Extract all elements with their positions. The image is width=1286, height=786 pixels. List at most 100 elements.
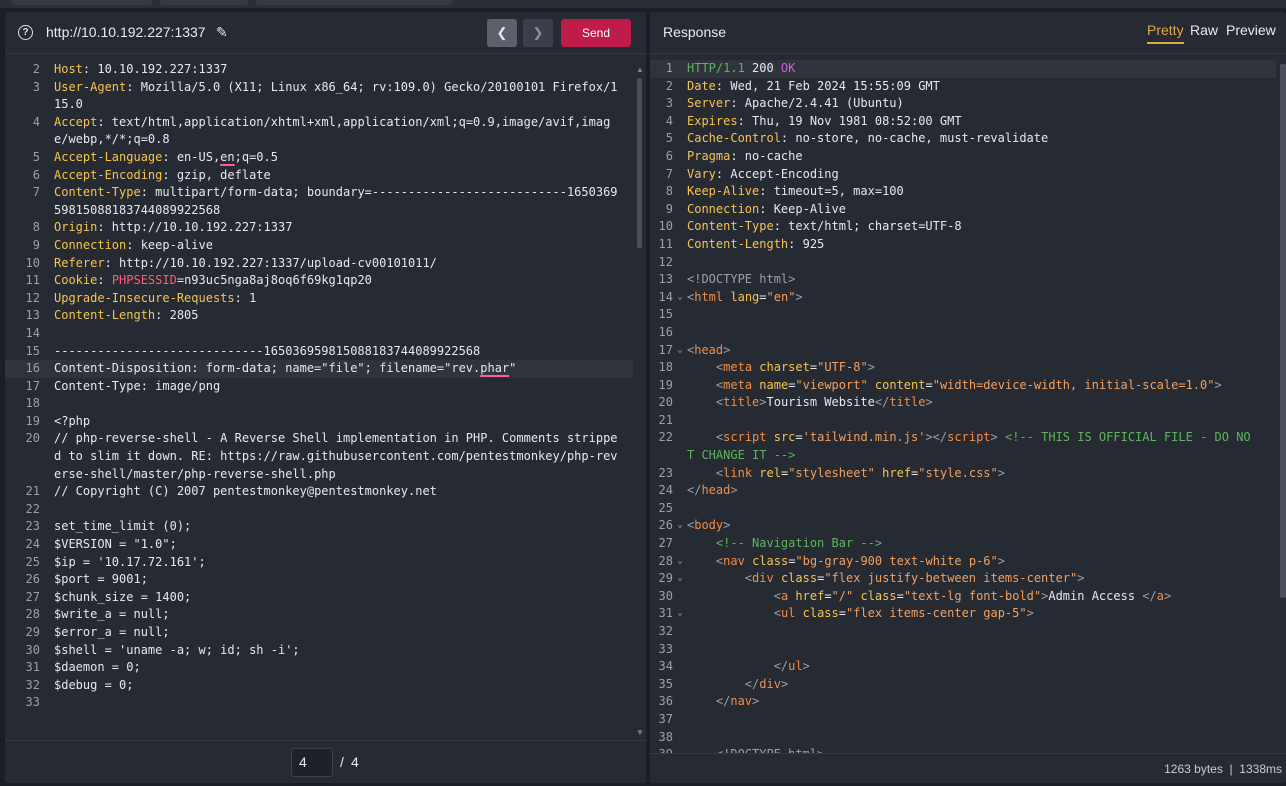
line-number: 4 — [32, 114, 40, 129]
code-token: meta — [723, 360, 753, 375]
line-text: <head> — [687, 342, 1257, 360]
code-line: 3 User-Agent: Mozilla/5.0 (X11; Linux x86… — [5, 79, 633, 114]
fold-gutter — [673, 693, 687, 711]
code-token: title — [723, 395, 760, 410]
code-token: : no-store, no-cache, must-revalidate — [780, 131, 1049, 146]
line-number: 7 — [665, 166, 673, 181]
response-scrollbar[interactable] — [1280, 64, 1286, 598]
line-text: User-Agent: Mozilla/5.0 (X11; Linux x86_… — [54, 79, 620, 114]
code-token: Origin — [54, 220, 98, 235]
top-tab[interactable] — [256, 0, 452, 5]
next-button[interactable]: ❯ — [523, 19, 553, 47]
fold-gutter — [673, 148, 687, 166]
line-text: Content-Disposition: form-data; name="fi… — [54, 360, 620, 378]
code-line: 23 set_time_limit (0); — [5, 518, 633, 536]
code-token: Date — [687, 78, 716, 93]
code-line: 21 // Copyright (C) 2007 pentestmonkey@pe… — [5, 483, 633, 501]
request-url[interactable]: http://10.10.192.227:1337 — [46, 24, 206, 40]
tab-preview[interactable]: Preview — [1226, 22, 1276, 42]
line-number: 22 — [25, 501, 40, 516]
code-line: 23 <link rel="stylesheet" href="style.cs… — [650, 465, 1276, 483]
fold-chevron-icon[interactable]: ⌄ — [673, 289, 687, 307]
code-token: href — [882, 465, 912, 480]
line-number: 11 — [25, 273, 40, 288]
tab-pretty[interactable]: Pretty — [1147, 22, 1184, 44]
code-line: 38 — [650, 729, 1276, 747]
line-text: <!DOCTYPE html> — [687, 271, 1257, 289]
line-number: 13 — [658, 272, 673, 287]
code-token: : gzip, deflate — [162, 167, 271, 182]
line-text: </nav> — [687, 693, 1257, 711]
line-text: </head> — [687, 482, 1257, 500]
fold-chevron-icon[interactable]: ⌄ — [673, 342, 687, 360]
line-number: 31 — [658, 606, 673, 621]
line-number: 30 — [25, 642, 40, 657]
help-icon[interactable]: ? — [18, 25, 33, 40]
line-text: <title>Tourism Website</title> — [687, 394, 1257, 412]
page-number-input[interactable]: 4 — [291, 748, 333, 777]
previous-button[interactable]: ❮ — [487, 19, 517, 47]
code-token: ul — [780, 606, 796, 621]
line-text: Content-Type: multipart/form-data; bound… — [54, 184, 620, 219]
code-token: $write_a = null; — [54, 607, 170, 622]
line-text: $chunk_size = 1400; — [54, 589, 620, 607]
code-token: set_time_limit (0); — [54, 519, 192, 534]
top-tab[interactable] — [12, 0, 152, 5]
pencil-icon[interactable]: ✎ — [216, 24, 228, 41]
code-token: ul — [788, 659, 803, 674]
line-number: 6 — [32, 167, 40, 182]
code-line: 28 $write_a = null; — [5, 606, 633, 624]
code-token: > — [925, 395, 933, 410]
code-token: script — [947, 430, 991, 445]
line-text: Accept-Language: en-US,en;q=0.5 — [54, 149, 620, 167]
code-token: > — [723, 518, 731, 533]
line-number: 10 — [25, 255, 40, 270]
response-viewer[interactable]: 1 HTTP/1.1 200 OK 2 Date: Wed, 21 Feb 2024 … — [650, 60, 1276, 754]
line-text: <?php — [54, 413, 620, 431]
line-number: 29 — [658, 571, 673, 586]
code-token: 200 — [744, 61, 781, 75]
code-token: lang — [730, 289, 760, 304]
code-line: 34 </ul> — [650, 658, 1276, 676]
send-button[interactable]: Send — [561, 19, 631, 47]
code-token: script — [723, 430, 767, 445]
code-line: 33 — [5, 694, 633, 712]
fold-gutter — [673, 218, 687, 236]
code-token: $port = 9001; — [54, 572, 148, 587]
line-number: 27 — [658, 536, 673, 551]
code-token: class — [860, 588, 897, 603]
code-token: Content-Type: image/png — [54, 378, 221, 393]
scroll-up-arrow[interactable]: ▲ — [636, 65, 644, 74]
code-line: 33 — [650, 641, 1276, 659]
code-token: name — [759, 377, 789, 392]
code-line: 27 $chunk_size = 1400; — [5, 589, 633, 607]
scroll-down-arrow[interactable]: ▼ — [636, 728, 644, 737]
line-text — [54, 325, 620, 343]
fold-chevron-icon[interactable]: ⌄ — [673, 605, 687, 623]
line-text: Upgrade-Insecure-Requests: 1 — [54, 290, 620, 308]
fold-gutter — [673, 623, 687, 641]
request-scrollbar[interactable] — [637, 78, 642, 248]
fold-chevron-icon[interactable]: ⌄ — [673, 553, 687, 571]
line-text — [687, 306, 1257, 324]
tab-raw[interactable]: Raw — [1190, 22, 1218, 42]
line-number: 5 — [32, 149, 40, 164]
code-line: 2 Date: Wed, 21 Feb 2024 15:55:09 GMT — [650, 78, 1276, 96]
fold-chevron-icon[interactable]: ⌄ — [673, 517, 687, 535]
request-editor[interactable]: 2 Host: 10.10.192.227:1337 3 User-Agent: Mo… — [5, 61, 633, 743]
code-line: 8 Origin: http://10.10.192.227:1337 — [5, 219, 633, 237]
line-text — [687, 729, 1257, 747]
fold-chevron-icon[interactable]: ⌄ — [673, 570, 687, 588]
fold-gutter — [673, 359, 687, 377]
code-token: phar — [480, 361, 510, 376]
code-line: 16 Content-Disposition: form-data; name="… — [5, 360, 633, 378]
line-text: <nav class="bg-gray-900 text-white p-6"> — [687, 553, 1257, 571]
fold-gutter — [673, 482, 687, 500]
code-token: </ — [687, 659, 789, 674]
top-tab[interactable] — [160, 0, 248, 5]
line-number: 25 — [25, 554, 40, 569]
code-line: 26 ⌄ <body> — [650, 517, 1276, 535]
code-line: 5 Cache-Control: no-store, no-cache, must… — [650, 130, 1276, 148]
